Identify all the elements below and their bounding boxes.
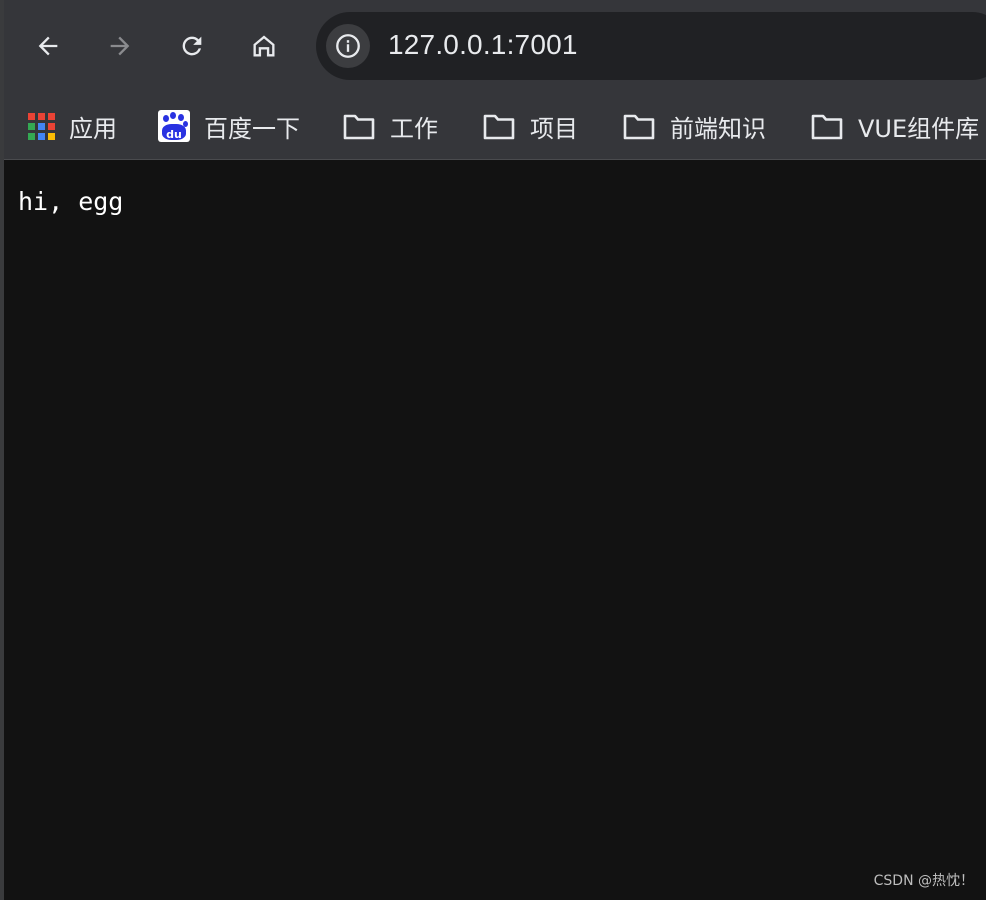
arrow-left-icon <box>38 36 58 56</box>
page-content: hi, egg CSDN @热忱！ <box>4 161 986 900</box>
bookmark-label: VUE组件库 <box>858 114 980 143</box>
bookmark-baidu[interactable]: du 百度一下 <box>158 104 300 148</box>
site-info-button[interactable] <box>326 24 370 68</box>
arrow-right-icon <box>110 36 130 56</box>
watermark: CSDN @热忱！ <box>873 873 974 889</box>
url-text[interactable]: 127.0.0.1:7001 <box>388 29 578 61</box>
bookmarks-bar: 应用 du 百度一下 工作 项目 前端知识 VUE组件库 <box>4 92 986 160</box>
folder-icon <box>343 114 375 140</box>
baidu-paw-icon: du <box>158 110 190 142</box>
bookmark-folder-frontend[interactable]: 前端知识 <box>622 104 766 148</box>
folder-icon <box>483 114 515 140</box>
browser-toolbar: 127.0.0.1:7001 <box>4 0 986 92</box>
folder-icon <box>811 114 843 140</box>
bookmark-label: 项目 <box>530 114 578 143</box>
bookmark-folder-projects[interactable]: 项目 <box>482 104 578 148</box>
bookmark-label: 百度一下 <box>204 114 300 143</box>
bookmark-label: 工作 <box>390 114 438 143</box>
info-circle-icon <box>336 34 360 58</box>
back-button[interactable] <box>28 26 68 66</box>
home-button[interactable] <box>244 26 284 66</box>
folder-icon <box>623 114 655 140</box>
home-icon <box>253 35 275 57</box>
bookmark-folder-vue-components[interactable]: VUE组件库 <box>810 104 979 148</box>
browser-window: 127.0.0.1:7001 应用 du 百度一下 工作 项目 前端知识 VUE… <box>0 0 986 900</box>
bookmark-label: 应用 <box>69 114 117 143</box>
reload-button[interactable] <box>172 26 212 66</box>
reload-icon <box>182 36 202 56</box>
baidu-icon-text: du <box>166 128 182 141</box>
page-text: hi, egg <box>18 187 124 216</box>
bookmark-label: 前端知识 <box>670 114 766 143</box>
bookmark-folder-work[interactable]: 工作 <box>342 104 438 148</box>
address-bar[interactable]: 127.0.0.1:7001 <box>316 12 986 80</box>
apps-grid-icon <box>28 112 55 140</box>
bookmark-apps[interactable]: 应用 <box>28 104 117 148</box>
forward-button[interactable] <box>100 26 140 66</box>
